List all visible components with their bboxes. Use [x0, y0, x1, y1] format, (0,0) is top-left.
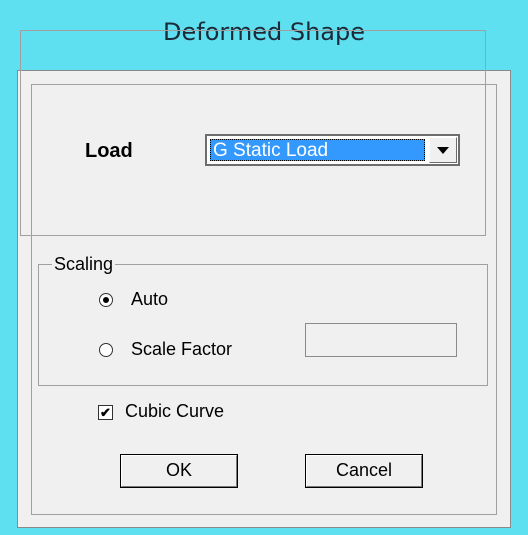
cancel-button-bevel: [306, 455, 422, 487]
radio-scale-factor[interactable]: [99, 343, 113, 357]
scale-factor-input[interactable]: [305, 323, 457, 357]
cancel-button[interactable]: Cancel: [305, 454, 423, 488]
radio-auto-label: Auto: [131, 289, 169, 309]
load-group: [20, 30, 486, 236]
cubic-curve-checkbox[interactable]: ✔: [98, 405, 113, 420]
load-label: Load: [85, 140, 133, 162]
scaling-legend: Scaling: [52, 254, 116, 275]
load-select-value: G Static Load: [210, 139, 425, 161]
chevron-down-icon: [437, 147, 449, 154]
ok-button-bevel: [121, 455, 237, 487]
load-dropdown-button[interactable]: [429, 137, 457, 163]
ok-button[interactable]: OK: [120, 454, 238, 488]
radio-scale-factor-label: Scale Factor: [131, 339, 233, 359]
load-select[interactable]: G Static Load: [205, 134, 460, 166]
radio-selected-dot: [103, 297, 109, 303]
dialog-window: Deformed Shape Load G Static Load Scalin…: [0, 0, 528, 535]
radio-auto[interactable]: [99, 293, 113, 307]
cubic-curve-label: Cubic Curve: [125, 401, 225, 421]
